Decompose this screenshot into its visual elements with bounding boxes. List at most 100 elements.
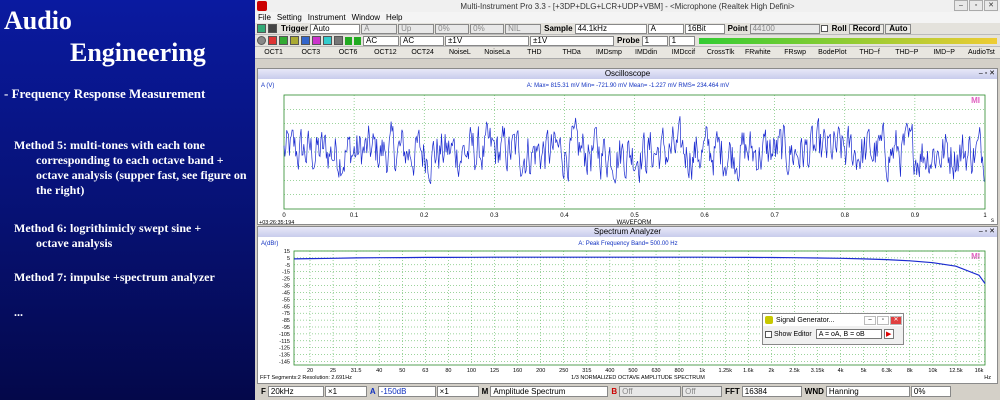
slide-subtitle: - Frequency Response Measurement bbox=[4, 86, 206, 101]
play-b-icon[interactable] bbox=[354, 36, 361, 45]
siggen-close-icon[interactable]: ✕ bbox=[890, 315, 902, 325]
generator-play-icon[interactable]: ▶ bbox=[883, 329, 894, 339]
tab-oct6[interactable]: OCT6 bbox=[330, 49, 367, 56]
range-a-select[interactable]: ±1V bbox=[445, 35, 529, 46]
sample-channel-select[interactable]: A bbox=[647, 23, 684, 34]
show-editor-checkbox[interactable] bbox=[765, 330, 772, 338]
a-range-select[interactable]: -150dB bbox=[377, 385, 436, 397]
trigger-edge-select[interactable]: Up bbox=[398, 23, 435, 34]
method6-detail: octave analysis bbox=[36, 236, 113, 250]
a-zoom-select[interactable]: ×1 bbox=[436, 385, 479, 397]
signal-generator-titlebar[interactable]: Signal Generator... – ▫ ✕ bbox=[763, 314, 903, 326]
tab-imdccif[interactable]: IMDccif bbox=[665, 49, 702, 56]
spec-y-tick: -5 bbox=[285, 263, 290, 269]
trigger-level-1[interactable]: 0% bbox=[435, 23, 470, 34]
tab-imddin[interactable]: IMDdin bbox=[628, 49, 665, 56]
menu-instrument[interactable]: Instrument bbox=[305, 13, 349, 22]
phase-icon[interactable] bbox=[301, 36, 310, 45]
record-button[interactable]: Record bbox=[848, 23, 885, 34]
spec-x-tick: 80 bbox=[445, 368, 451, 374]
nil-select[interactable]: NIL bbox=[505, 23, 542, 34]
tab-oct12[interactable]: OCT12 bbox=[367, 49, 404, 56]
run-icon[interactable] bbox=[257, 24, 266, 33]
spec-x-tick: 5k bbox=[861, 368, 867, 374]
spectrum-window-icons[interactable]: – ▫ ✕ bbox=[979, 227, 995, 237]
probe-a-select[interactable]: 1 bbox=[641, 35, 668, 46]
fft-size-select[interactable]: 16384 bbox=[741, 385, 802, 397]
b-zoom-select[interactable]: Off bbox=[682, 385, 723, 397]
filter-icon[interactable] bbox=[334, 36, 343, 45]
scope-icon[interactable] bbox=[268, 36, 277, 45]
osc-x-tick: 0.3 bbox=[490, 213, 499, 219]
window-function-select[interactable]: Hanning bbox=[825, 385, 910, 397]
osc-x-tick: 0.8 bbox=[841, 213, 850, 219]
tab-imdsmp[interactable]: IMDsmp bbox=[590, 49, 627, 56]
spec-xunit: Hz bbox=[984, 375, 991, 381]
x-zoom-select[interactable]: ×1 bbox=[324, 385, 367, 397]
multimeter-icon[interactable] bbox=[290, 36, 299, 45]
trigger-mode-select[interactable]: Auto bbox=[310, 23, 361, 34]
tab-thda[interactable]: THDa bbox=[553, 49, 590, 56]
siggen-restore-icon[interactable]: ▫ bbox=[877, 315, 889, 325]
tab-oct3[interactable]: OCT3 bbox=[292, 49, 329, 56]
tab-oct24[interactable]: OCT24 bbox=[404, 49, 441, 56]
tab-imd-p[interactable]: IMD~P bbox=[926, 49, 963, 56]
spec-x-tick: 12.5k bbox=[949, 368, 963, 374]
f-label: F bbox=[261, 386, 266, 396]
roll-checkbox[interactable] bbox=[820, 25, 828, 32]
mode-select[interactable]: Amplitude Spectrum bbox=[490, 385, 609, 397]
sample-label: Sample bbox=[544, 24, 573, 33]
minimize-icon[interactable]: – bbox=[954, 0, 968, 11]
probe-b-select[interactable]: 1 bbox=[668, 35, 695, 46]
tab-bodeplot[interactable]: BodePlot bbox=[814, 49, 851, 56]
trigger-level-2[interactable]: 0% bbox=[470, 23, 505, 34]
tab-oct1[interactable]: OCT1 bbox=[255, 49, 292, 56]
spec-x-tick: 125 bbox=[490, 368, 499, 374]
tab-noisela[interactable]: NoiseLa bbox=[479, 49, 516, 56]
generator-icon[interactable] bbox=[312, 36, 321, 45]
tab-thd-p[interactable]: THD~P bbox=[888, 49, 925, 56]
coupling-b-select[interactable]: AC bbox=[400, 35, 444, 46]
toolbar-2: AC AC ±1V ±1V Probe 1 1 bbox=[255, 35, 1000, 47]
tab-thd-f[interactable]: THD~f bbox=[851, 49, 888, 56]
menu-help[interactable]: Help bbox=[383, 13, 405, 22]
spectrum-icon[interactable] bbox=[279, 36, 288, 45]
trigger-channel-select[interactable]: A bbox=[361, 23, 398, 34]
menu-file[interactable]: File bbox=[255, 13, 274, 22]
bit-depth-select[interactable]: 16Bit bbox=[684, 23, 725, 34]
tab-thd[interactable]: THD bbox=[516, 49, 553, 56]
tab-frwhite[interactable]: FRwhite bbox=[739, 49, 776, 56]
spec-x-tick: 25 bbox=[330, 368, 336, 374]
save-icon[interactable] bbox=[268, 24, 277, 33]
stop-icon[interactable] bbox=[257, 36, 266, 45]
osc-x-tick: 0.2 bbox=[420, 213, 429, 219]
slide-title-line1: Audio bbox=[4, 6, 72, 35]
menu-setting[interactable]: Setting bbox=[274, 13, 305, 22]
tab-noisel[interactable]: NoiseL bbox=[441, 49, 478, 56]
slide-ellipsis: ... bbox=[14, 305, 23, 319]
range-b-select[interactable]: ±1V bbox=[530, 35, 614, 46]
restore-icon[interactable]: ▫ bbox=[969, 0, 983, 11]
method5-heading: Method 5: multi-tones with each tone bbox=[14, 138, 205, 152]
close-icon[interactable]: ✕ bbox=[984, 0, 998, 11]
frequency-range-select[interactable]: 20kHz bbox=[267, 385, 324, 397]
tab-crosstlk[interactable]: CrossTlk bbox=[702, 49, 739, 56]
points-field[interactable]: 44100 bbox=[749, 23, 820, 34]
tab-frswp[interactable]: FRswp bbox=[777, 49, 814, 56]
coupling-a-select[interactable]: AC bbox=[363, 35, 399, 46]
play-icon[interactable] bbox=[345, 36, 352, 45]
spec-x-tick: 160 bbox=[513, 368, 522, 374]
overlap-select[interactable]: 0% bbox=[910, 385, 951, 397]
b-range-select[interactable]: Off bbox=[619, 385, 682, 397]
generator-expression-select[interactable]: A = oA, B = oB bbox=[815, 329, 882, 339]
auto-button[interactable]: Auto bbox=[885, 23, 912, 34]
sample-rate-select[interactable]: 44.1kHz bbox=[574, 23, 647, 34]
dds-icon[interactable] bbox=[323, 36, 332, 45]
level-meter bbox=[698, 37, 997, 44]
osc-xunit: s bbox=[991, 218, 994, 224]
tab-audiotst[interactable]: AudioTst bbox=[963, 49, 1000, 56]
spec-y-tick: 15 bbox=[284, 249, 290, 255]
panel-window-icons[interactable]: – ▫ ✕ bbox=[979, 69, 995, 79]
menu-window[interactable]: Window bbox=[349, 13, 383, 22]
siggen-minimize-icon[interactable]: – bbox=[864, 315, 876, 325]
